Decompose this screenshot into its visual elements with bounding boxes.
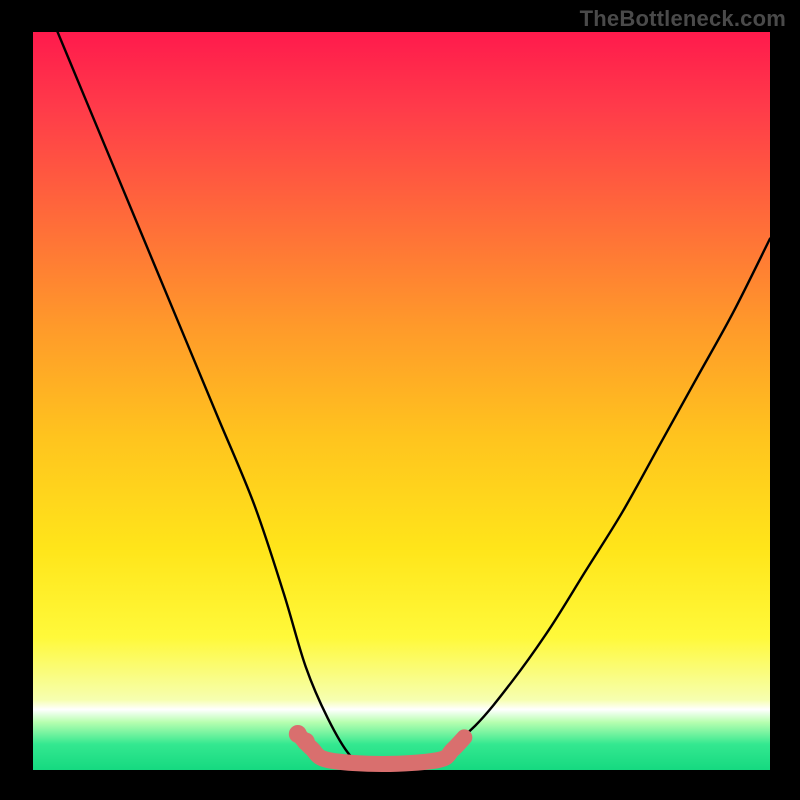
bottleneck-chart: [0, 0, 800, 800]
optimal-region-bead: [297, 733, 315, 751]
plot-background: [33, 32, 770, 770]
watermark-text: TheBottleneck.com: [580, 6, 786, 32]
chart-container: TheBottleneck.com: [0, 0, 800, 800]
